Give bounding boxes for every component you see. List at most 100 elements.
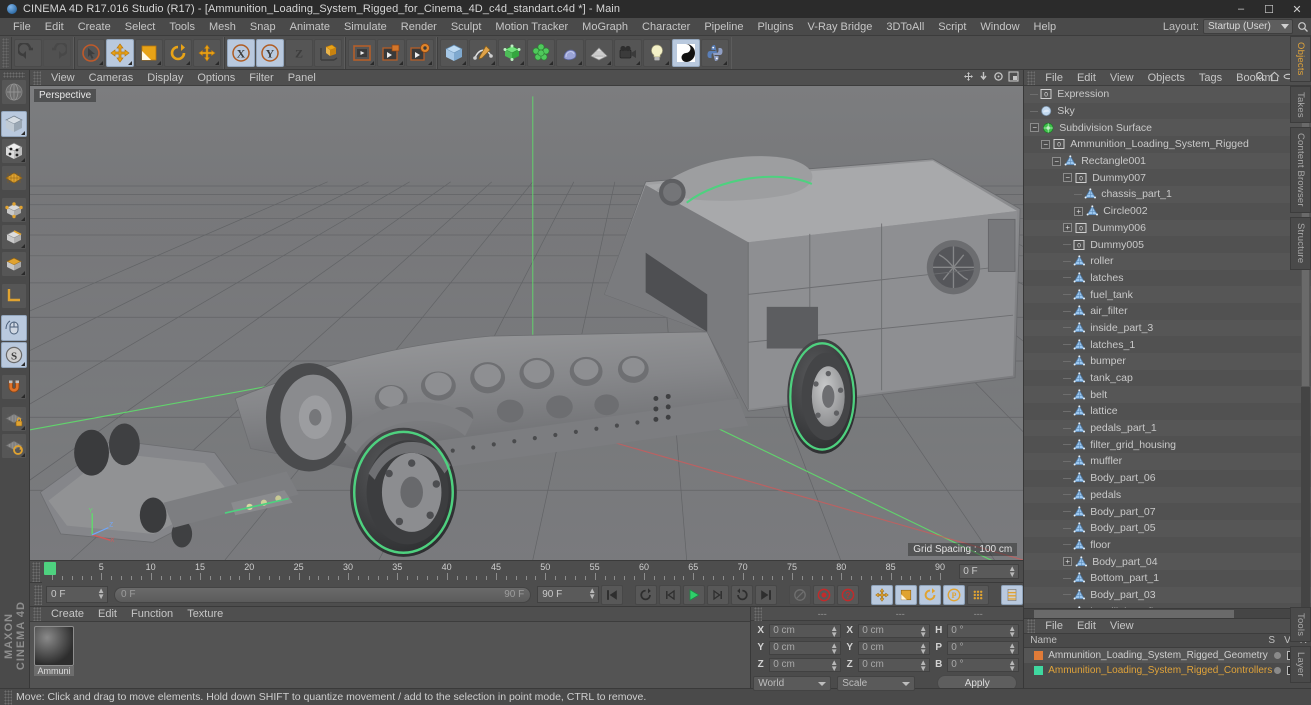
menu-select[interactable]: Select	[118, 18, 163, 36]
flyout-corner-icon[interactable]	[128, 61, 132, 65]
maximize-button[interactable]: ☐	[1255, 0, 1283, 18]
coordinate-mode-select[interactable]: Scale	[837, 676, 915, 691]
object-tree-item[interactable]: muffler	[1024, 453, 1311, 470]
viewport-grip[interactable]	[33, 71, 41, 85]
makeup-editable-button[interactable]	[1, 79, 27, 105]
object-tree-item[interactable]: +0Dummy006	[1024, 220, 1311, 237]
menu-mesh[interactable]: Mesh	[202, 18, 243, 36]
object-tree-item[interactable]: −0Dummy007	[1024, 169, 1311, 186]
object-tree-item[interactable]: Bottom_part_1	[1024, 570, 1311, 587]
flyout-corner-icon[interactable]	[578, 61, 582, 65]
flyout-corner-icon[interactable]	[491, 61, 495, 65]
flyout-corner-icon[interactable]	[186, 61, 190, 65]
search-icon[interactable]	[1255, 71, 1266, 82]
rotate-tool-button[interactable]	[164, 39, 192, 67]
menu-file[interactable]: File	[6, 18, 38, 36]
object-tree-item[interactable]: latches	[1024, 270, 1311, 287]
autokeying-button[interactable]	[813, 585, 835, 605]
frame-end-field[interactable]: 90 F ▲▼	[537, 586, 599, 603]
flyout-corner-icon[interactable]	[157, 61, 161, 65]
x-axis-lock-button[interactable]: X	[227, 39, 255, 67]
vertical-tab-structure[interactable]: Structure	[1290, 217, 1311, 269]
go-to-end-button[interactable]	[755, 585, 777, 605]
home-icon[interactable]	[1269, 71, 1280, 82]
add-generator-button[interactable]	[498, 39, 526, 67]
layer-color-swatch[interactable]	[1034, 651, 1043, 660]
stepper-icon[interactable]: ▲▼	[1008, 566, 1016, 578]
menu-tools[interactable]: Tools	[162, 18, 202, 36]
coord-position-input[interactable]: 0 cm▲▼	[769, 658, 841, 672]
collapse-icon[interactable]: −	[1052, 157, 1061, 166]
expand-icon[interactable]: +	[1063, 557, 1072, 566]
edges-mode-button[interactable]	[1, 224, 27, 250]
parameter-key-button[interactable]: P	[943, 585, 965, 605]
layer-manager-grip[interactable]	[1027, 619, 1035, 633]
viewport-menu-filter[interactable]: Filter	[242, 70, 280, 86]
flyout-corner-icon[interactable]	[21, 244, 25, 248]
flyout-corner-icon[interactable]	[215, 61, 219, 65]
position-key-button[interactable]	[871, 585, 893, 605]
render-view-button[interactable]	[348, 39, 376, 67]
flyout-corner-icon[interactable]	[462, 61, 466, 65]
record-active-objects-button[interactable]	[789, 585, 811, 605]
coordinates-grip[interactable]	[754, 607, 762, 621]
world-coordinate-button[interactable]	[314, 39, 342, 67]
snap-enable-button[interactable]: S	[1, 342, 27, 368]
timeline-layout-button[interactable]	[1001, 585, 1023, 605]
flyout-corner-icon[interactable]	[21, 217, 25, 221]
object-tree-hscroll-thumb[interactable]	[1034, 610, 1234, 618]
model-mode-button[interactable]	[1, 111, 27, 137]
menu-plugins[interactable]: Plugins	[750, 18, 800, 36]
material-list[interactable]: Ammuni	[30, 622, 750, 688]
stepper-icon[interactable]: ▲▼	[1008, 643, 1016, 655]
object-tree-item[interactable]: belt	[1024, 386, 1311, 403]
object-tree-item[interactable]: Sky	[1024, 103, 1311, 120]
select-tool-button[interactable]	[77, 39, 105, 67]
menu-render[interactable]: Render	[394, 18, 444, 36]
scale-key-button[interactable]	[895, 585, 917, 605]
search-icon[interactable]	[1297, 21, 1309, 33]
move-tool-button[interactable]	[106, 39, 134, 67]
material-menu-function[interactable]: Function	[124, 607, 180, 622]
stepper-icon[interactable]: ▲▼	[830, 626, 838, 638]
move-down-icon[interactable]	[978, 71, 989, 82]
workplane-mode-button[interactable]	[1, 165, 27, 191]
keyframe-selection-button[interactable]: ?	[837, 585, 859, 605]
previous-frame-button[interactable]	[659, 585, 681, 605]
menu-script[interactable]: Script	[931, 18, 973, 36]
flyout-corner-icon[interactable]	[399, 61, 403, 65]
stepper-icon[interactable]: ▲▼	[830, 660, 838, 672]
object-tree-item[interactable]: lattice	[1024, 403, 1311, 420]
viewport-menu-options[interactable]: Options	[190, 70, 242, 86]
object-menu-file[interactable]: File	[1038, 70, 1070, 86]
flyout-corner-icon[interactable]	[21, 271, 25, 275]
object-tree[interactable]: 0ExpressionSky−Subdivision Surface−0Ammu…	[1024, 86, 1311, 608]
viewport-menu-view[interactable]: View	[44, 70, 82, 86]
coord-size-input[interactable]: 0 cm▲▼	[858, 624, 930, 638]
object-tree-item[interactable]: filter_grid_housing	[1024, 436, 1311, 453]
collapse-icon[interactable]: −	[1041, 140, 1050, 149]
flyout-corner-icon[interactable]	[636, 61, 640, 65]
polygons-mode-button[interactable]	[1, 251, 27, 277]
object-tree-item[interactable]: 0Expression	[1024, 86, 1311, 103]
object-tree-item[interactable]: −Rectangle001	[1024, 153, 1311, 170]
undo-button[interactable]	[14, 39, 42, 67]
close-button[interactable]: ✕	[1283, 0, 1311, 18]
play-button[interactable]	[683, 585, 705, 605]
menu-snap[interactable]: Snap	[243, 18, 283, 36]
object-menu-edit[interactable]: Edit	[1070, 70, 1103, 86]
stepper-icon[interactable]: ▲▼	[588, 588, 596, 600]
layer-row[interactable]: Ammunition_Loading_System_Rigged_Geometr…	[1024, 648, 1311, 663]
stepper-icon[interactable]: ▲▼	[919, 626, 927, 638]
redo-button[interactable]	[43, 39, 71, 67]
layer-color-swatch[interactable]	[1034, 666, 1043, 675]
layer-menu-edit[interactable]: Edit	[1070, 618, 1103, 634]
menu-mograph[interactable]: MoGraph	[575, 18, 635, 36]
timeline-grip[interactable]	[32, 562, 40, 582]
flyout-corner-icon[interactable]	[21, 158, 25, 162]
add-scene-object-button[interactable]	[585, 39, 613, 67]
scale-tool-button[interactable]	[135, 39, 163, 67]
vertical-tab-layer[interactable]: Layer	[1290, 646, 1311, 683]
add-camera-button[interactable]	[614, 39, 642, 67]
axis-mode-button[interactable]	[1, 283, 27, 309]
